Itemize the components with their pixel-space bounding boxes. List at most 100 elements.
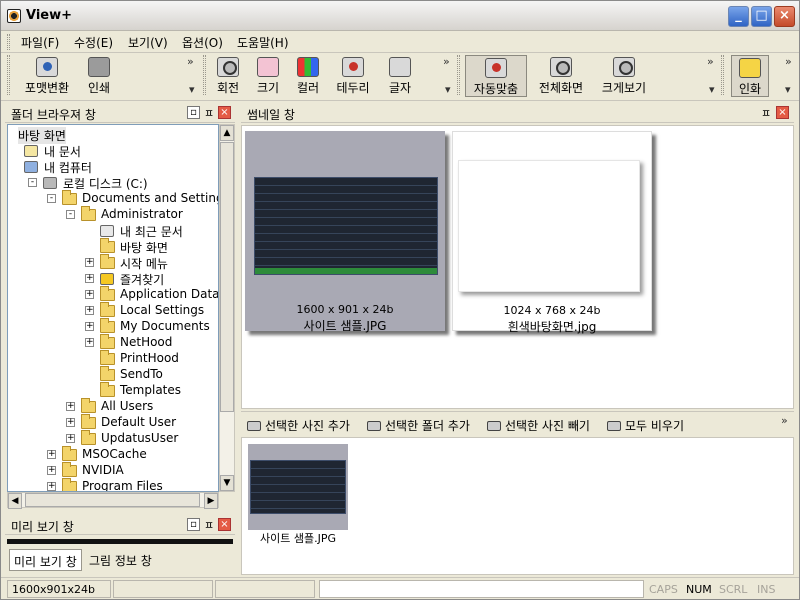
chevron-down-icon[interactable]: ▾ (189, 83, 195, 96)
minimize-button[interactable]: _ (728, 6, 749, 27)
camera-icon (247, 421, 261, 431)
border-button[interactable]: 테두리 (332, 55, 374, 97)
folder-tree-horizontal-scrollbar[interactable]: ◀ ▶ (7, 492, 219, 509)
autofit-button[interactable]: 자동맞춤 (465, 55, 527, 97)
status-cell (215, 580, 315, 598)
folder-icon (62, 190, 77, 205)
app-window: View+ _ □ × 파일(F) 수정(E) 보기(V) 옵션(O) 도움말(… (0, 0, 800, 600)
computer-icon (24, 161, 38, 173)
folder-icon (81, 414, 96, 429)
menu-edit[interactable]: 수정(E) (74, 34, 113, 51)
expand-icon[interactable]: + (85, 258, 94, 267)
scroll-down-icon[interactable]: ▼ (220, 475, 234, 491)
expand-icon[interactable]: + (85, 322, 94, 331)
close-button[interactable]: × (774, 6, 795, 27)
pin-icon[interactable]: ㅍ (204, 105, 214, 121)
pane-menu-icon[interactable]: ▫ (187, 106, 200, 119)
folder-icon (62, 478, 77, 491)
color-button[interactable]: 컬러 (291, 55, 325, 97)
collapse-icon[interactable]: - (66, 210, 75, 219)
clear-all-button[interactable]: 모두 비우기 (607, 417, 684, 434)
scroll-left-icon[interactable]: ◀ (8, 493, 22, 509)
expand-icon[interactable]: + (66, 402, 75, 411)
collapse-icon[interactable]: - (28, 178, 37, 187)
pane-close-icon[interactable]: × (218, 518, 231, 531)
scroll-right-icon[interactable]: ▶ (204, 493, 218, 509)
drive-icon (43, 177, 57, 189)
tree-item-label: Application Data (120, 287, 219, 301)
scroll-up-icon[interactable]: ▲ (220, 125, 234, 141)
pane-menu-icon[interactable]: ▫ (187, 518, 200, 531)
menu-grip[interactable] (7, 34, 10, 50)
rotate-button[interactable]: 회전 (211, 55, 245, 97)
expand-icon[interactable]: + (47, 450, 56, 459)
camera-icon (487, 421, 501, 431)
remove-selected-photo-button[interactable]: 선택한 사진 빼기 (487, 417, 590, 434)
camera-icon (367, 421, 381, 431)
chevron-right-icon[interactable]: » (781, 414, 788, 427)
toolbar-grip[interactable] (721, 55, 724, 95)
tab-image-info[interactable]: 그림 정보 창 (85, 549, 156, 571)
expand-icon[interactable]: + (66, 418, 75, 427)
expand-icon[interactable]: + (47, 482, 56, 491)
add-selected-photo-button[interactable]: 선택한 사진 추가 (247, 417, 350, 434)
folder-tree-vertical-scrollbar[interactable]: ▲ ▼ (219, 124, 235, 492)
menu-file[interactable]: 파일(F) (21, 34, 59, 51)
chevron-right-icon[interactable]: » (187, 55, 194, 68)
print-button[interactable]: 인쇄 (81, 55, 117, 97)
status-image-info: 1600x901x24b (7, 580, 111, 598)
text-button[interactable]: 글자 (383, 55, 417, 97)
expand-icon[interactable]: + (47, 466, 56, 475)
resize-button[interactable]: 크기 (251, 55, 285, 97)
chevron-right-icon[interactable]: » (785, 55, 792, 68)
expand-icon[interactable]: + (85, 338, 94, 347)
scroll-thumb[interactable] (220, 142, 234, 412)
add-selected-folder-button[interactable]: 선택한 폴더 추가 (367, 417, 470, 434)
selection-item[interactable]: 사이트 샘플.JPG (248, 444, 348, 546)
toolbar-grip[interactable] (203, 55, 206, 95)
chevron-right-icon[interactable]: » (707, 55, 714, 68)
scroll-thumb[interactable] (25, 493, 200, 507)
format-convert-button[interactable]: 포맷변환 (17, 55, 77, 97)
expand-icon[interactable]: + (66, 434, 75, 443)
collapse-icon[interactable]: - (47, 194, 56, 203)
preview-image (7, 539, 233, 544)
zoom-button[interactable]: 크게보기 (595, 55, 653, 97)
tab-preview[interactable]: 미리 보기 창 (9, 549, 82, 571)
color-icon (297, 57, 319, 77)
pane-close-icon[interactable]: × (218, 106, 231, 119)
photo-print-button[interactable]: 인화 (731, 55, 769, 97)
menu-view[interactable]: 보기(V) (128, 34, 168, 51)
chevron-down-icon[interactable]: ▾ (785, 83, 791, 96)
thumbnail-item[interactable]: 1024 x 768 x 24b 흰색바탕화면.jpg (452, 131, 652, 334)
menu-help[interactable]: 도움말(H) (237, 34, 289, 51)
chevron-down-icon[interactable]: ▾ (709, 83, 715, 96)
maximize-button[interactable]: □ (751, 6, 772, 27)
expand-icon[interactable]: + (85, 274, 94, 283)
chevron-down-icon[interactable]: ▾ (445, 83, 451, 96)
menu-options[interactable]: 옵션(O) (182, 34, 223, 51)
selection-filename: 사이트 샘플.JPG (248, 530, 348, 546)
toolbar-grip[interactable] (7, 55, 10, 95)
text-icon (389, 57, 411, 77)
pin-icon[interactable]: ㅍ (761, 105, 771, 121)
preview-pane-header: 미리 보기 창 ▫ ㅍ × (5, 515, 235, 535)
tree-item-label: 내 문서 (44, 145, 81, 159)
scrl-indicator: SCRL (719, 583, 748, 596)
title-bar: View+ _ □ × (1, 1, 799, 31)
expand-icon[interactable]: + (85, 306, 94, 315)
fullscreen-button[interactable]: 전체화면 (531, 55, 591, 97)
folder-icon (81, 398, 96, 413)
thumbnail-item[interactable]: 1600 x 901 x 24b 사이트 샘플.JPG (245, 131, 445, 333)
status-bar: 1600x901x24b CAPS NUM SCRL INS (1, 577, 799, 599)
tree-item-label: Administrator (101, 207, 183, 221)
chevron-right-icon[interactable]: » (443, 55, 450, 68)
camera-icon (607, 421, 621, 431)
tree-item-label: Program Files (82, 479, 163, 492)
pane-close-icon[interactable]: × (776, 106, 789, 119)
toolbar-grip[interactable] (457, 55, 460, 95)
pin-icon[interactable]: ㅍ (204, 517, 214, 533)
app-icon[interactable] (7, 9, 21, 23)
expand-icon[interactable]: + (85, 290, 94, 299)
thumbnail-pane-header: 썸네일 창 ㅍ × (241, 103, 794, 123)
